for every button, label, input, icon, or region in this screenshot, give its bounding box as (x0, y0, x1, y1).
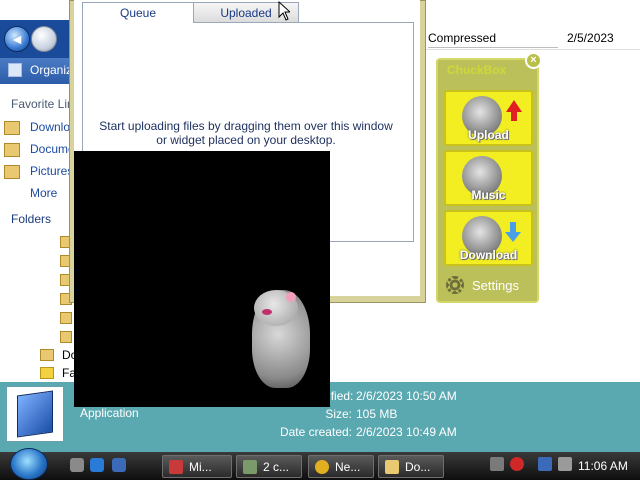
folder-icon (60, 331, 72, 343)
tray-icon[interactable] (490, 457, 504, 471)
show-desktop-icon[interactable] (70, 458, 84, 472)
upload-label: Upload (468, 128, 509, 142)
volume-icon[interactable] (558, 457, 572, 471)
taskbar-item-do[interactable]: Do... (378, 455, 444, 478)
date-created-label: Date created: (279, 425, 352, 439)
virtualbox-icon (17, 390, 53, 438)
taskbar-item-2c[interactable]: 2 c... (236, 455, 302, 478)
taskbar-label: Do... (405, 460, 431, 474)
taskbar-item-mi[interactable]: Mi... (162, 455, 232, 478)
app-icon (243, 460, 257, 474)
folder-icon (60, 312, 72, 324)
browser-quicklaunch-icon[interactable] (90, 458, 104, 472)
network-icon[interactable] (538, 457, 552, 471)
tab-queue[interactable]: Queue (82, 2, 194, 23)
upload-button[interactable]: Upload (444, 90, 533, 146)
star-icon (40, 367, 54, 379)
folder-icon (4, 143, 20, 157)
date-modified-value: 2/6/2023 10:50 AM (356, 389, 457, 403)
size-label: Size: (325, 407, 352, 421)
widget-title: ChuckBox (447, 63, 507, 77)
size-value: 105 MB (356, 407, 398, 421)
tray-icon[interactable] (510, 457, 524, 471)
file-date-cell[interactable]: 2/5/2023 (567, 31, 614, 45)
folder-icon (4, 165, 20, 179)
arrow-down-stem (510, 222, 516, 232)
taskbar-item-ne[interactable]: Ne... (308, 455, 374, 478)
folders-toggle[interactable]: Folders (11, 212, 51, 226)
more-link[interactable]: More (30, 186, 57, 200)
back-button[interactable]: ◄ (4, 26, 30, 52)
mouse-cursor-icon (278, 1, 290, 21)
file-type-cell[interactable]: Compressed (428, 31, 496, 45)
music-label: Music (471, 188, 506, 202)
folder-icon (385, 460, 399, 474)
close-icon[interactable]: × (525, 52, 542, 69)
music-button[interactable]: Music (444, 150, 533, 206)
download-label: Download (459, 248, 518, 262)
arrow-up-stem (511, 111, 517, 121)
date-created-value: 2/6/2023 10:49 AM (356, 425, 457, 439)
gear-icon[interactable] (446, 276, 464, 294)
switch-windows-icon[interactable] (112, 458, 126, 472)
file-thumbnail (6, 386, 64, 442)
settings-button[interactable]: Settings (472, 278, 519, 293)
taskbar-label: 2 c... (263, 460, 290, 474)
start-button[interactable] (10, 448, 48, 480)
hamster-mouth (262, 309, 272, 315)
file-type: Application (80, 406, 139, 420)
clock[interactable]: 11:06 AM (578, 459, 628, 473)
download-button[interactable]: Download (444, 210, 533, 266)
taskbar-label: Mi... (189, 460, 212, 474)
folder-icon (4, 121, 20, 135)
sidebar-item-label: Pictures (30, 164, 74, 178)
forward-button[interactable] (31, 26, 57, 52)
organize-icon (8, 63, 22, 77)
hamster-ear (286, 292, 296, 302)
taskbar-label: Ne... (335, 460, 361, 474)
arrow-down-icon (505, 232, 521, 242)
folder-icon (40, 349, 54, 361)
app-icon (169, 460, 183, 474)
chrome-icon (315, 460, 329, 474)
row-underline (428, 47, 558, 48)
chevron-down-icon[interactable]: ▼ (59, 33, 67, 42)
drop-hint-text: Start uploading files by dragging them o… (99, 119, 393, 147)
